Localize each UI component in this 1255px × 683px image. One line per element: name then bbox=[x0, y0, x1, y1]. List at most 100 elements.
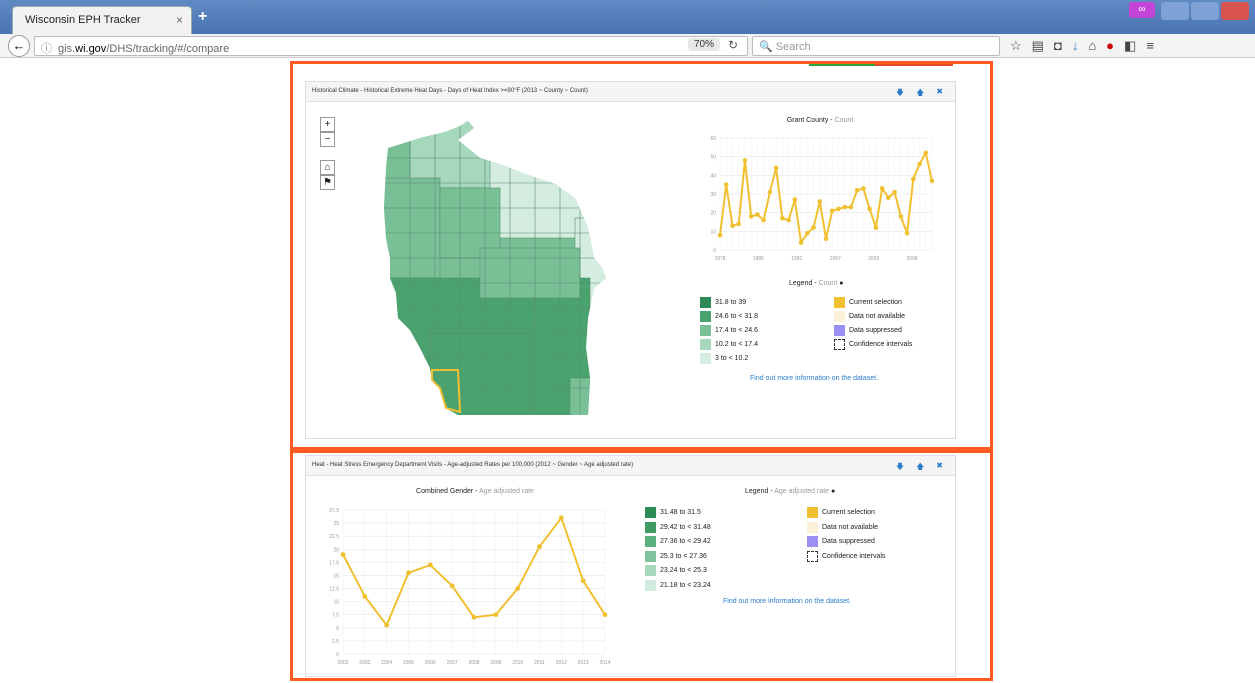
x-tick-label: 1885 bbox=[753, 256, 764, 262]
data-point bbox=[786, 217, 791, 223]
legend-swatch bbox=[700, 353, 711, 364]
legend-swatch bbox=[834, 325, 845, 336]
info-icon[interactable]: ● bbox=[839, 280, 843, 287]
minimize-button[interactable] bbox=[1161, 2, 1189, 20]
x-tick-label: 2010 bbox=[512, 660, 523, 666]
data-point bbox=[848, 204, 854, 210]
chart1-title: Grant County - Count bbox=[786, 117, 854, 124]
chart2-line-chart[interactable]: 0 2.5 5 7.5 10 12.5 15 17.5 20 22.5 25 27.5 2002 2003… bbox=[325, 500, 620, 670]
y-tick-label: 40 bbox=[710, 173, 716, 179]
menu-icon[interactable]: ≡ bbox=[1146, 38, 1154, 54]
data-point bbox=[537, 544, 542, 550]
url-bar[interactable]: ⓘ gis.wi.gov/DHS/tracking/#/compare bbox=[34, 36, 748, 56]
data-point bbox=[817, 199, 823, 204]
data-point bbox=[761, 217, 766, 223]
site-info-icon[interactable]: ⓘ bbox=[41, 43, 52, 55]
reload-icon[interactable]: ↻ bbox=[728, 38, 738, 52]
move-down-icon[interactable]: 🡇 bbox=[896, 87, 904, 101]
map-legend-status-item: Data not available bbox=[834, 311, 905, 322]
data-point bbox=[736, 221, 742, 227]
y-tick-label: 25 bbox=[333, 521, 339, 527]
window-close-button[interactable] bbox=[1221, 2, 1249, 20]
legend-label: Confidence intervals bbox=[822, 552, 886, 560]
data-point bbox=[898, 214, 904, 219]
legend-swatch bbox=[645, 521, 656, 533]
map-legend-item[interactable]: 31.8 to 39 bbox=[700, 297, 746, 308]
y-tick-label: 5 bbox=[336, 626, 339, 632]
legend-swatch bbox=[834, 297, 845, 308]
adblock-icon[interactable]: ● bbox=[1106, 38, 1114, 54]
info-icon[interactable]: ● bbox=[831, 488, 835, 495]
map-legend-item[interactable]: 10.2 to < 17.4 bbox=[700, 339, 758, 350]
chart2-legend-item[interactable]: 25.3 to < 27.36 bbox=[645, 550, 707, 562]
map-legend-item[interactable]: 17.4 to < 24.6 bbox=[700, 325, 758, 336]
map-legend-item[interactable]: 24.6 to < 31.8 bbox=[700, 311, 758, 322]
legend-label: Current selection bbox=[849, 299, 902, 306]
panel-header: Heat - Heat Stress Emergency Department … bbox=[306, 456, 955, 476]
map-legend-item[interactable]: 3 to < 10.2 bbox=[700, 353, 748, 364]
y-tick-label: 10 bbox=[333, 600, 339, 606]
legend-swatch bbox=[807, 521, 818, 533]
download-icon[interactable]: ↓ bbox=[1072, 38, 1079, 54]
data-point bbox=[929, 178, 935, 184]
data-point bbox=[449, 583, 455, 589]
close-icon[interactable]: ✖ bbox=[936, 461, 943, 475]
home-icon[interactable]: ⌂ bbox=[1088, 38, 1096, 54]
data-point bbox=[842, 204, 848, 210]
data-point bbox=[723, 182, 729, 187]
back-button[interactable]: ← bbox=[8, 35, 30, 57]
maximize-button[interactable] bbox=[1191, 2, 1219, 20]
data-point bbox=[811, 225, 816, 230]
data-point bbox=[910, 176, 916, 182]
data-point bbox=[471, 614, 477, 620]
zoom-level[interactable]: 70% bbox=[688, 38, 721, 51]
chart2-legend-item[interactable]: 21.18 to < 23.24 bbox=[645, 579, 711, 591]
close-icon[interactable]: ✖ bbox=[936, 87, 943, 101]
chart2-legend-status-item: Data not available bbox=[807, 521, 879, 533]
pocket-icon[interactable]: ◘ bbox=[1054, 38, 1062, 54]
x-tick-label: 2004 bbox=[381, 660, 392, 666]
zoom-in-button[interactable]: + bbox=[320, 117, 335, 132]
legend-label: 27.36 to < 29.42 bbox=[660, 538, 711, 545]
legend-swatch bbox=[700, 339, 711, 350]
data-point bbox=[879, 186, 885, 191]
chart1-line-chart[interactable]: 0 10 20 30 40 50 60 1878 1885 1991 1997 2003 2008 bbox=[700, 130, 940, 265]
move-down-icon[interactable]: 🡇 bbox=[896, 461, 904, 475]
wisconsin-county-map[interactable] bbox=[350, 118, 620, 418]
search-input[interactable]: 🔍 Search bbox=[752, 36, 1000, 56]
browser-tab[interactable]: Wisconsin EPH Tracker × bbox=[12, 6, 192, 34]
zoom-out-button[interactable]: − bbox=[320, 132, 335, 147]
legend-swatch bbox=[834, 311, 845, 322]
legend-label: Data not available bbox=[822, 523, 879, 531]
y-tick-label: 20 bbox=[333, 547, 339, 553]
legend-swatch bbox=[700, 325, 711, 336]
legend1-subtitle: Count bbox=[818, 280, 838, 287]
bookmark-star-icon[interactable]: ☆ bbox=[1010, 38, 1022, 54]
tab-close-icon[interactable]: × bbox=[176, 13, 183, 27]
data-point bbox=[602, 612, 608, 618]
chart2-legend-item[interactable]: 29.42 to < 31.48 bbox=[645, 521, 711, 533]
flag-icon[interactable]: ⚑ bbox=[320, 175, 335, 190]
new-tab-button[interactable]: + bbox=[198, 8, 207, 26]
chart2-legend-item[interactable]: 27.36 to < 29.42 bbox=[645, 536, 711, 547]
data-point bbox=[742, 158, 748, 163]
move-up-icon[interactable]: 🡅 bbox=[916, 87, 924, 101]
legend-label: 23.24 to < 25.3 bbox=[660, 567, 707, 574]
home-extent-icon[interactable]: ⌂ bbox=[320, 160, 335, 175]
translate-icon[interactable]: ◧ bbox=[1124, 38, 1136, 54]
y-tick-label: 20 bbox=[710, 211, 716, 217]
x-tick-label: 2005 bbox=[403, 660, 414, 666]
x-tick-label: 2003 bbox=[359, 660, 370, 666]
chart2-legend-item[interactable]: 23.24 to < 25.3 bbox=[645, 565, 707, 576]
dataset-info-link-2[interactable]: Find out more information on the dataset… bbox=[723, 598, 851, 605]
data-point bbox=[780, 215, 785, 221]
chart2-legend-status-item: Data suppressed bbox=[807, 536, 875, 547]
map-legend-status-item: Confidence intervals bbox=[834, 339, 912, 350]
legend-swatch bbox=[807, 536, 818, 547]
x-tick-label: 2012 bbox=[556, 660, 567, 666]
dataset-info-link-1[interactable]: Find out more information on the dataset… bbox=[750, 375, 878, 382]
move-up-icon[interactable]: 🡅 bbox=[916, 461, 924, 475]
x-tick-label: 2008 bbox=[906, 256, 917, 262]
reading-list-icon[interactable]: ▤ bbox=[1032, 38, 1044, 54]
chart2-legend-item[interactable]: 31.48 to 31.5 bbox=[645, 507, 701, 518]
